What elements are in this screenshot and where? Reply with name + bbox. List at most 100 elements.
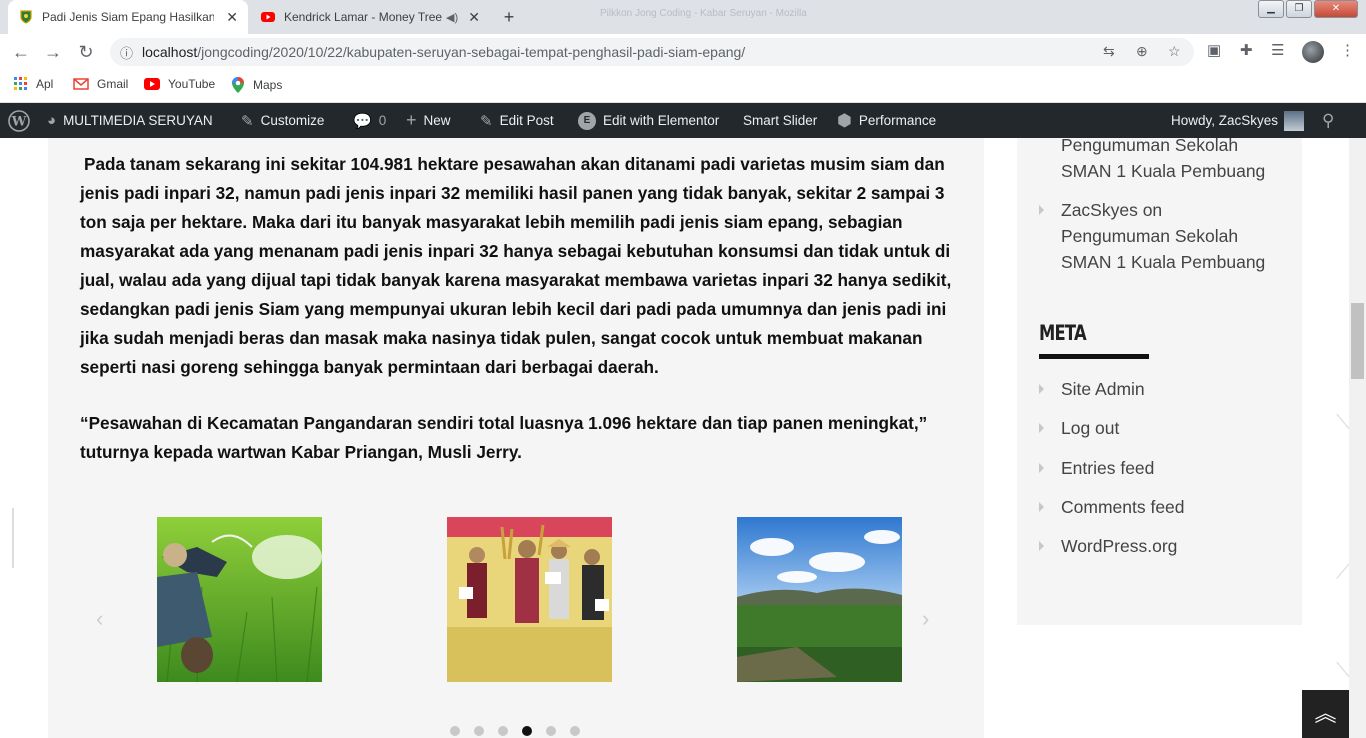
tab-active[interactable]: Padi Jenis Siam Epang Hasilkan 5 ✕ bbox=[8, 0, 248, 34]
maximize-button[interactable]: ❐ bbox=[1286, 0, 1312, 18]
close-icon[interactable]: ✕ bbox=[468, 9, 480, 26]
performance-label: Performance bbox=[858, 113, 937, 128]
menu-icon[interactable]: ⋮ bbox=[1340, 41, 1355, 59]
meta-link-site-admin[interactable]: Site Admin bbox=[1061, 376, 1145, 402]
edit-post-label: Edit Post bbox=[499, 113, 554, 128]
url-text[interactable]: localhost/jongcoding/2020/10/22/kabupate… bbox=[142, 44, 745, 60]
address-bar[interactable]: ⓘ localhost/jongcoding/2020/10/22/kabupa… bbox=[110, 38, 1194, 66]
bullet-icon bbox=[1039, 502, 1044, 512]
scrollbar-track[interactable] bbox=[1349, 138, 1366, 738]
meta-link-comments-feed[interactable]: Comments feed bbox=[1061, 494, 1185, 520]
elementor-button[interactable]: E Edit with Elementor bbox=[578, 103, 719, 138]
tab-youtube[interactable]: Kendrick Lamar - Money Trees ◀) ✕ bbox=[250, 0, 490, 34]
meta-title-underline bbox=[1039, 354, 1149, 359]
zoom-icon[interactable]: ⊕ bbox=[1136, 43, 1148, 60]
avatar bbox=[1284, 110, 1305, 131]
customize-button[interactable]: ✎ Customize bbox=[241, 103, 324, 138]
edit-post-button[interactable]: ✎ Edit Post bbox=[480, 103, 554, 138]
bookmark-apps[interactable]: Apl bbox=[14, 77, 53, 91]
bookmark-label: Maps bbox=[253, 78, 283, 92]
youtube-icon bbox=[144, 78, 160, 90]
translate-icon[interactable]: ⇆ bbox=[1103, 43, 1115, 60]
gmail-icon bbox=[73, 78, 89, 90]
recent-comment-item[interactable]: ZacSkyes on Pengumuman Sekolah SMAN 1 Ku… bbox=[1061, 197, 1265, 275]
bullet-icon bbox=[1039, 463, 1044, 473]
meta-link-entries-feed[interactable]: Entries feed bbox=[1061, 455, 1154, 481]
apps-grid-icon bbox=[14, 77, 27, 90]
bookmark-maps[interactable]: Maps bbox=[232, 77, 282, 93]
smart-slider-button[interactable]: Smart Slider bbox=[743, 103, 817, 138]
meta-widget-title: META bbox=[1039, 321, 1087, 345]
window-controls: ▁ ❐ ✕ bbox=[1256, 0, 1358, 20]
meta-link-wordpress-org[interactable]: WordPress.org bbox=[1061, 533, 1177, 559]
avatar[interactable] bbox=[1302, 41, 1324, 63]
window-title: Pilkkon Jong Coding - Kabar Seruyan - Mo… bbox=[600, 8, 807, 19]
close-icon[interactable]: ✕ bbox=[226, 9, 238, 26]
new-content-button[interactable]: + New bbox=[406, 103, 451, 138]
back-icon[interactable]: ← bbox=[10, 41, 32, 63]
performance-icon: ⬢ bbox=[837, 110, 852, 130]
reload-icon[interactable]: ↻ bbox=[75, 41, 97, 63]
elementor-label: Edit with Elementor bbox=[603, 113, 720, 128]
carousel-dot[interactable] bbox=[570, 726, 580, 736]
bullet-icon bbox=[1039, 205, 1044, 215]
comments-count: 0 bbox=[378, 113, 387, 128]
dashboard-gauge-icon: ◕ bbox=[47, 112, 57, 129]
double-chevron-up-icon: ︽ bbox=[1314, 701, 1337, 726]
wordpress-icon: W bbox=[8, 109, 30, 132]
carousel-dot[interactable] bbox=[474, 726, 484, 736]
new-tab-button[interactable]: + bbox=[497, 5, 521, 29]
officials-harvest-photo[interactable] bbox=[447, 517, 612, 682]
comments-button[interactable]: 💬 0 bbox=[353, 103, 386, 138]
site-name-button[interactable]: ◕ MULTIMEDIA SERUYAN bbox=[47, 103, 213, 138]
info-icon[interactable]: ⓘ bbox=[120, 43, 133, 62]
smart-slider-label: Smart Slider bbox=[743, 113, 818, 128]
wordpress-logo-button[interactable]: W bbox=[8, 103, 30, 138]
left-edge-marker bbox=[12, 508, 14, 568]
carousel-prev-icon[interactable]: ‹ bbox=[96, 606, 103, 632]
bookmark-gmail[interactable]: Gmail bbox=[73, 77, 128, 91]
rice-field-landscape-photo[interactable] bbox=[737, 517, 902, 682]
article-paragraph-1: Pada tanam sekarang ini sekitar 104.981 … bbox=[80, 154, 952, 377]
tab-title: Kendrick Lamar - Money Trees bbox=[284, 10, 442, 24]
carousel-dot-active[interactable] bbox=[522, 726, 532, 736]
playlist-icon[interactable]: ☰ bbox=[1271, 41, 1284, 59]
pencil-icon: ✎ bbox=[480, 112, 493, 130]
carousel-dot[interactable] bbox=[450, 726, 460, 736]
browser-toolbar: ← → ↻ ⓘ localhost/jongcoding/2020/10/22/… bbox=[0, 34, 1366, 70]
scrollbar-thumb[interactable] bbox=[1351, 303, 1364, 379]
bookmark-label: YouTube bbox=[168, 77, 216, 91]
close-window-button[interactable]: ✕ bbox=[1314, 0, 1358, 18]
customize-label: Customize bbox=[260, 113, 325, 128]
carousel-dot[interactable] bbox=[546, 726, 556, 736]
article-paragraph-2: “Pesawahan di Kecamatan Pangandaran send… bbox=[80, 413, 928, 462]
plus-icon: + bbox=[406, 110, 417, 130]
media-icon[interactable]: ▣ bbox=[1207, 41, 1221, 59]
speaker-icon[interactable]: ◀) bbox=[446, 11, 458, 24]
bullet-icon bbox=[1039, 423, 1044, 433]
sidebar: Pengumuman Sekolah SMAN 1 Kuala Pembuang… bbox=[1017, 135, 1302, 625]
minimize-button[interactable]: ▁ bbox=[1258, 0, 1284, 18]
farmer-spreading-fertilizer-photo[interactable] bbox=[157, 517, 322, 682]
paintbrush-icon: ✎ bbox=[241, 112, 254, 130]
bookmark-star-icon[interactable]: ☆ bbox=[1168, 43, 1181, 60]
forward-icon[interactable]: → bbox=[42, 41, 64, 63]
maps-pin-icon bbox=[232, 77, 244, 93]
back-to-top-button[interactable]: ︽ bbox=[1302, 690, 1349, 738]
tab-title: Padi Jenis Siam Epang Hasilkan 5 bbox=[42, 10, 214, 24]
tab-strip: Padi Jenis Siam Epang Hasilkan 5 ✕ Kendr… bbox=[0, 0, 1366, 34]
crest-icon bbox=[20, 10, 32, 24]
bullet-icon bbox=[1039, 384, 1044, 394]
recent-comment-link[interactable]: Pengumuman Sekolah SMAN 1 Kuala Pembuang bbox=[1061, 132, 1265, 184]
bookmark-youtube[interactable]: YouTube bbox=[144, 77, 215, 91]
svg-text:W: W bbox=[11, 114, 27, 129]
performance-button[interactable]: ⬢ Performance bbox=[837, 103, 936, 138]
meta-link-log-out[interactable]: Log out bbox=[1061, 415, 1119, 441]
search-icon[interactable]: ⚲ bbox=[1322, 103, 1334, 138]
new-label: New bbox=[423, 113, 451, 128]
carousel-dot[interactable] bbox=[498, 726, 508, 736]
carousel-next-icon[interactable]: › bbox=[922, 606, 929, 632]
extensions-icon[interactable]: ✚ bbox=[1240, 41, 1253, 59]
youtube-icon bbox=[261, 12, 275, 22]
site-name-label: MULTIMEDIA SERUYAN bbox=[63, 113, 213, 128]
